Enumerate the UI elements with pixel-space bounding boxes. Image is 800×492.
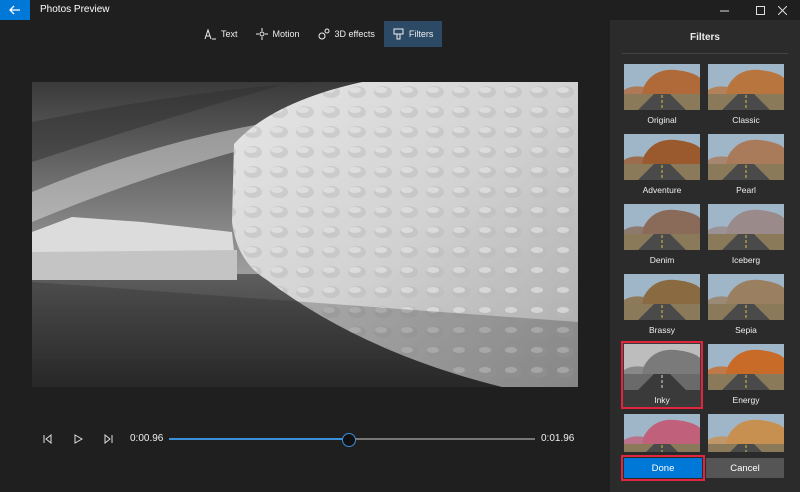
filters-icon	[393, 28, 404, 40]
playback-bar: 0:00.96 0:01.96	[0, 430, 600, 448]
done-button[interactable]: Done	[621, 455, 705, 481]
motion-tool-button[interactable]: Motion	[247, 21, 309, 47]
filter-option[interactable]	[706, 412, 786, 452]
minimize-icon	[719, 10, 729, 11]
step-forward-icon	[104, 434, 113, 444]
filter-option[interactable]: Original	[622, 62, 702, 128]
filter-name: Sepia	[735, 325, 757, 335]
3d-effects-tool-label: 3D effects	[334, 29, 375, 39]
back-button[interactable]	[0, 0, 30, 20]
filter-option[interactable]: Inky	[621, 341, 703, 409]
filter-thumbnail	[624, 134, 700, 180]
filter-option[interactable]: Energy	[706, 342, 786, 408]
filter-thumbnail	[624, 274, 700, 320]
filter-thumbnail	[624, 204, 700, 250]
filter-name: Original	[647, 115, 677, 125]
filter-name: Classic	[732, 115, 760, 125]
filter-option[interactable]	[622, 412, 702, 452]
seek-progress	[169, 438, 349, 440]
panel-title: Filters	[689, 32, 720, 43]
filter-name: Pearl	[736, 185, 756, 195]
filter-name: Energy	[732, 395, 760, 405]
filter-thumbnail	[624, 344, 700, 390]
divider	[622, 53, 788, 54]
filters-panel: Filters Original Classic Adventure Pearl Den…	[610, 20, 800, 492]
total-time: 0:01.96	[541, 433, 575, 444]
iceberg-photo	[32, 82, 578, 387]
filter-thumbnail	[708, 204, 784, 250]
seek-thumb[interactable]	[342, 433, 357, 447]
3d-effects-tool-button[interactable]: 3D effects	[309, 21, 384, 47]
back-arrow-icon	[9, 5, 20, 15]
photo-preview	[32, 82, 578, 387]
step-back-icon	[43, 434, 52, 444]
filter-thumbnail	[708, 344, 784, 390]
filter-option[interactable]: Brassy	[622, 272, 702, 338]
filter-name: Denim	[649, 255, 675, 265]
title-bar: Photos Preview	[0, 0, 800, 20]
edit-toolbar: Text Motion 3D effects Filters	[195, 21, 443, 47]
previous-frame-button[interactable]	[40, 432, 54, 446]
text-tool-label: Text	[221, 29, 238, 39]
filter-thumbnail	[624, 414, 700, 452]
close-icon	[777, 5, 787, 15]
filter-option[interactable]: Denim	[622, 202, 702, 268]
filter-thumbnail	[624, 64, 700, 110]
cancel-button[interactable]: Cancel	[706, 458, 784, 478]
next-frame-button[interactable]	[102, 432, 116, 446]
app-title: Photos Preview	[40, 4, 110, 15]
filter-option[interactable]: Pearl	[706, 132, 786, 198]
text-tool-button[interactable]: Text	[195, 21, 247, 47]
text-icon	[204, 28, 216, 39]
filter-option[interactable]: Adventure	[622, 132, 702, 198]
filter-thumbnail	[708, 134, 784, 180]
filter-option[interactable]: Sepia	[706, 272, 786, 338]
filter-thumbnail	[708, 64, 784, 110]
minimize-button[interactable]	[706, 0, 742, 20]
seek-slider[interactable]	[169, 433, 535, 447]
filter-option[interactable]: Classic	[706, 62, 786, 128]
3d-effects-icon	[318, 28, 330, 40]
current-time: 0:00.96	[130, 433, 164, 444]
filters-tool-label: Filters	[408, 29, 434, 39]
filters-tool-button[interactable]: Filters	[383, 21, 443, 47]
filter-option[interactable]: Iceberg	[706, 202, 786, 268]
motion-icon	[255, 28, 268, 40]
filter-name: Adventure	[642, 185, 682, 195]
filter-name: Brassy	[649, 325, 675, 335]
filter-thumbnail	[708, 274, 784, 320]
filter-name: Iceberg	[731, 255, 761, 265]
filter-name: Inky	[654, 395, 670, 405]
play-icon	[74, 434, 83, 444]
play-button[interactable]	[71, 432, 85, 446]
close-button[interactable]	[764, 0, 800, 20]
motion-tool-label: Motion	[272, 29, 300, 39]
filter-thumbnail	[708, 414, 784, 452]
